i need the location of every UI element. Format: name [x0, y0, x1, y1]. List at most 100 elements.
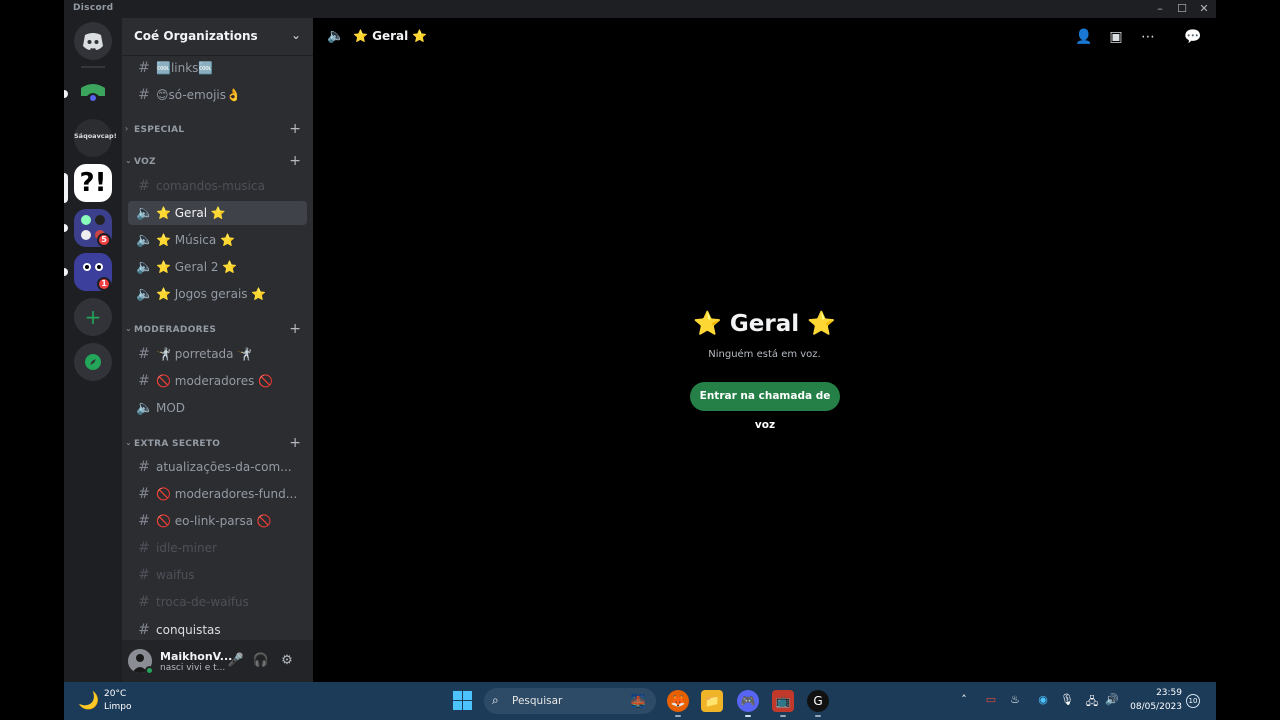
channel-porretada[interactable]: # 🤺 porretada 🤺 [128, 342, 307, 366]
voice-channel-geral[interactable]: 🔈 ⭐ Geral ⭐ [128, 201, 307, 225]
close-button[interactable]: ✕ [1193, 0, 1215, 18]
channel-atualizacoes[interactable]: # atualizações-da-com... [128, 455, 307, 479]
channel-idle-miner[interactable]: # idle-miner [128, 536, 307, 560]
server-saqoavcap[interactable]: Sáqoavcap! [74, 119, 117, 157]
channel-comandos-musica[interactable]: # comandos-musica [128, 174, 307, 198]
clock-date[interactable]: 08/05/2023 [1130, 702, 1182, 712]
add-server-button[interactable]: + [74, 298, 112, 336]
hash-icon: # [138, 622, 150, 638]
plus-icon: + [84, 305, 102, 329]
channel-conquistas[interactable]: # conquistas [128, 618, 307, 642]
voice-channel-mod[interactable]: 🔈 MOD [128, 396, 307, 420]
server-unread-pill [64, 268, 68, 276]
discord-taskbar-icon[interactable]: 🎮 [737, 690, 759, 712]
speaker-icon: 🔈 [136, 286, 154, 302]
windows-logo-icon [453, 701, 462, 710]
speaker-icon: 🔈 [327, 28, 345, 44]
channel-label: MOD [156, 401, 186, 415]
unread-badge: 5 [97, 233, 111, 247]
category-extra-secreto[interactable]: ⌄ EXTRA SECRETO + [122, 435, 313, 452]
channel-eo-link-parsa[interactable]: # 🚫 eo-link-parsa 🚫 [128, 509, 307, 533]
compass-icon [85, 354, 101, 370]
category-moderadores[interactable]: ⌄ MODERADORES + [122, 321, 313, 338]
voice-channel-geral-2[interactable]: 🔈 ⭐ Geral 2 ⭐ [128, 255, 307, 279]
tray-app-icon[interactable]: ▭ [983, 693, 999, 706]
file-explorer-icon[interactable]: 📁 [701, 690, 723, 712]
chevron-down-icon: ⌄ [290, 28, 301, 42]
username: MaikhonV... [160, 650, 233, 663]
channel-label: conquistas [156, 623, 221, 637]
create-channel-button[interactable]: + [289, 121, 301, 137]
windows-logo-icon [453, 691, 462, 700]
weather-condition[interactable]: Limpo [104, 702, 132, 712]
hash-icon: # [138, 540, 150, 556]
server-question[interactable]: ?! [74, 164, 112, 202]
search-icon: ⌕ [492, 693, 499, 707]
channel-label: waifus [156, 568, 195, 582]
start-button[interactable] [453, 691, 473, 711]
minimize-button[interactable]: – [1149, 0, 1171, 18]
category-especial[interactable]: › ESPECIAL + [122, 121, 313, 138]
channel-troca-de-waifus[interactable]: # troca-de-waifus [128, 590, 307, 614]
channel-label: ⭐ Geral 2 ⭐ [156, 260, 238, 274]
create-channel-button[interactable]: + [289, 153, 301, 169]
channel-label: ⭐ Geral ⭐ [156, 206, 226, 220]
inbox-icon[interactable]: ▣ [1106, 27, 1126, 47]
tray-app-icon[interactable]: ◉ [1035, 693, 1051, 706]
discord-logo-icon [83, 33, 103, 50]
firefox-icon[interactable]: 🦊 [667, 690, 689, 712]
channel-moderadores[interactable]: # 🚫 moderadores 🚫 [128, 369, 307, 393]
hash-icon: # [138, 60, 150, 76]
server-unread-pill [64, 224, 68, 232]
home-button[interactable] [74, 22, 112, 60]
logitech-g-icon[interactable]: G [807, 690, 829, 712]
explore-servers-button[interactable] [74, 343, 112, 381]
channel-links[interactable]: # 🆒links🆒 [128, 56, 307, 80]
channel-moderadores-fund[interactable]: # 🚫 moderadores-fund... [128, 482, 307, 506]
volume-icon[interactable]: 🔊 [1104, 693, 1120, 706]
more-options-icon[interactable]: ⋯ [1138, 27, 1158, 47]
create-channel-button[interactable]: + [289, 435, 301, 451]
chat-icon[interactable]: 💬 [1183, 27, 1203, 47]
weather-temperature[interactable]: 20°C [104, 689, 126, 699]
running-indicator [815, 715, 821, 717]
settings-gear-icon[interactable]: ⚙ [277, 651, 297, 671]
hash-icon: # [138, 459, 150, 475]
create-channel-button[interactable]: + [289, 321, 301, 337]
chevron-right-icon: › [125, 124, 129, 133]
running-indicator [780, 715, 786, 717]
speaker-icon: 🔈 [136, 232, 154, 248]
show-hidden-icons-chevron-icon[interactable]: ˄ [956, 693, 972, 706]
video-app-icon[interactable]: 📺 [772, 690, 794, 712]
network-icon[interactable]: 🖧 [1084, 693, 1100, 712]
clock-time[interactable]: 23:59 [1156, 688, 1182, 698]
unread-badge: 1 [97, 277, 111, 291]
category-label: VOZ [134, 157, 156, 167]
hash-icon: # [138, 513, 150, 529]
user-panel: MaikhonV... nasci vivi e t... 🎤 🎧 ⚙ [122, 640, 313, 682]
server-green[interactable] [74, 74, 112, 112]
moon-icon[interactable]: 🌙 [78, 691, 99, 711]
microphone-icon[interactable]: 🎤 [226, 651, 246, 671]
category-voz[interactable]: ⌄ VOZ + [122, 153, 313, 170]
hash-icon: # [138, 486, 150, 502]
channel-label: troca-de-waifus [156, 595, 249, 609]
channel-label: 🆒links🆒 [156, 61, 214, 75]
channel-waifus[interactable]: # waifus [128, 563, 307, 587]
steam-icon[interactable]: ♨ [1007, 693, 1023, 706]
add-friend-icon[interactable]: 👤 [1074, 27, 1094, 47]
notification-count-badge[interactable]: 10 [1186, 694, 1200, 708]
join-voice-button[interactable]: Entrar na chamada de voz [690, 382, 840, 431]
guild-header[interactable]: Coé Organizations ⌄ [122, 18, 313, 56]
headset-icon[interactable]: 🎧 [251, 651, 271, 671]
voice-channel-jogos-gerais[interactable]: 🔈 ⭐ Jogos gerais ⭐ [128, 282, 307, 306]
voice-channel-musica[interactable]: 🔈 ⭐ Música ⭐ [128, 228, 307, 252]
speaker-icon: 🔈 [136, 259, 154, 275]
channel-label: 🚫 moderadores-fund... [156, 487, 298, 501]
microphone-icon[interactable]: 🎙 [1059, 693, 1075, 706]
server-label: Sáqoavcap! [74, 132, 117, 140]
bridge-app-icon[interactable]: 🌉 [627, 690, 649, 712]
search-placeholder: Pesquisar [512, 695, 563, 707]
channel-so-emojis[interactable]: # 😊só-emojis👌 [128, 83, 307, 107]
maximize-button[interactable]: ☐ [1171, 0, 1193, 18]
